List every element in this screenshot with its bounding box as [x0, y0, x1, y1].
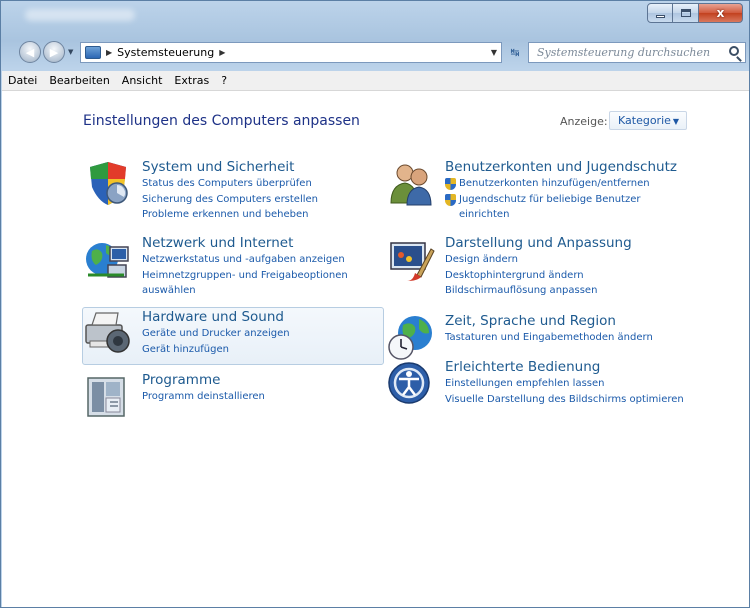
category-link[interactable]: Einstellungen empfehlen lassen	[445, 376, 684, 392]
navigation-bar: ◀ ▶ ▼ ▶ Systemsteuerung ▶ ▼ ↹ Systemsteu…	[1, 39, 749, 67]
category-link[interactable]: Benutzerkonten hinzufügen/entfernen	[445, 176, 677, 192]
category-link-text: Benutzerkonten hinzufügen/entfernen	[459, 178, 650, 189]
blurred-title	[25, 9, 135, 21]
uac-shield-icon	[445, 178, 456, 190]
category-link[interactable]: Sicherung des Computers erstellen	[142, 192, 318, 208]
category-link[interactable]: Status des Computers überprüfen	[142, 176, 318, 192]
appearance-icon	[390, 242, 435, 281]
printer-speaker-icon	[85, 312, 130, 353]
category-link[interactable]: Geräte und Drucker anzeigen	[142, 326, 290, 342]
users-icon	[390, 164, 432, 206]
view-dropdown[interactable]: Kategorie ▼	[609, 111, 687, 130]
menu-bar: Datei Bearbeiten Ansicht Extras ?	[2, 71, 749, 91]
category-link[interactable]: einrichten	[445, 207, 677, 223]
close-icon: x	[716, 6, 725, 20]
address-dropdown-icon[interactable]: ▼	[491, 48, 497, 57]
menu-datei[interactable]: Datei	[8, 74, 37, 87]
category-title[interactable]: Erleichterte Bedienung	[445, 359, 684, 376]
breadcrumb-chevron-icon[interactable]: ▶	[219, 48, 225, 57]
chevron-down-icon: ▼	[672, 117, 679, 126]
category-link-text: Jugendschutz für beliebige Benutzer	[459, 193, 641, 205]
category-link[interactable]: Heimnetzgruppen- und Freigabeoptionen	[142, 268, 348, 284]
view-label: Anzeige:	[560, 115, 608, 128]
category-link[interactable]: Design ändern	[445, 252, 632, 268]
shield-security-icon	[90, 162, 128, 205]
ease-of-access-icon	[388, 362, 430, 404]
menu-help[interactable]: ?	[221, 74, 227, 87]
network-globe-icon	[86, 243, 129, 278]
close-button[interactable]: x	[699, 3, 743, 23]
uac-shield-icon	[445, 193, 456, 206]
category-link[interactable]: Gerät hinzufügen	[142, 342, 290, 358]
forward-button[interactable]: ▶	[43, 41, 65, 63]
category-title[interactable]: Benutzerkonten und Jugendschutz	[445, 159, 677, 176]
category-title[interactable]: Darstellung und Anpassung	[445, 235, 632, 252]
category-link[interactable]: Jugendschutz für beliebige Benutzer	[445, 192, 677, 208]
search-input[interactable]: Systemsteuerung durchsuchen	[528, 42, 746, 63]
category-title[interactable]: Zeit, Sprache und Region	[445, 313, 653, 330]
title-bar[interactable]: x	[1, 1, 749, 31]
clock-globe-icon	[388, 316, 432, 360]
category-link[interactable]: Desktophintergrund ändern	[445, 268, 632, 284]
recent-pages-dropdown[interactable]: ▼	[68, 48, 73, 56]
breadcrumb-separator-icon[interactable]: ▶	[106, 48, 112, 57]
minimize-icon	[655, 14, 665, 18]
category-title[interactable]: Netzwerk und Internet	[142, 235, 348, 252]
category-title[interactable]: Hardware und Sound	[142, 309, 290, 326]
back-button[interactable]: ◀	[19, 41, 41, 63]
category-link[interactable]: Bildschirmauflösung anpassen	[445, 283, 632, 299]
menu-bearbeiten[interactable]: Bearbeiten	[49, 74, 109, 87]
breadcrumb-item[interactable]: Systemsteuerung	[117, 46, 214, 59]
address-bar[interactable]: ▶ Systemsteuerung ▶ ▼	[80, 42, 502, 63]
category-link[interactable]: auswählen	[142, 283, 348, 299]
back-arrow-icon: ◀	[25, 45, 35, 59]
menu-ansicht[interactable]: Ansicht	[122, 74, 163, 87]
content-pane: Einstellungen des Computers anpassen Anz…	[2, 91, 749, 607]
search-icon[interactable]	[729, 46, 739, 56]
control-panel-icon	[85, 46, 101, 59]
programs-icon	[87, 377, 125, 417]
category-title[interactable]: System und Sicherheit	[142, 159, 318, 176]
maximize-button[interactable]	[673, 3, 699, 23]
search-placeholder: Systemsteuerung durchsuchen	[537, 46, 711, 59]
control-panel-window: x ◀ ▶ ▼ ▶ Systemsteuerung ▶ ▼ ↹ Systemst…	[0, 0, 750, 608]
category-link[interactable]: Netzwerkstatus und -aufgaben anzeigen	[142, 252, 348, 268]
category-link[interactable]: Tastaturen und Eingabemethoden ändern	[445, 330, 653, 346]
forward-arrow-icon: ▶	[49, 45, 59, 59]
page-title: Einstellungen des Computers anpassen	[83, 113, 360, 129]
window-controls: x	[647, 3, 743, 23]
maximize-icon	[680, 9, 691, 17]
refresh-icon: ↹	[510, 46, 520, 59]
menu-extras[interactable]: Extras	[174, 74, 209, 87]
category-title[interactable]: Programme	[142, 372, 265, 389]
view-dropdown-value: Kategorie	[618, 114, 671, 127]
category-link[interactable]: Visuelle Darstellung des Bildschirms opt…	[445, 392, 684, 408]
refresh-button[interactable]: ↹	[504, 43, 526, 62]
category-link[interactable]: Programm deinstallieren	[142, 389, 265, 405]
category-link[interactable]: Probleme erkennen und beheben	[142, 207, 318, 223]
minimize-button[interactable]	[647, 3, 673, 23]
